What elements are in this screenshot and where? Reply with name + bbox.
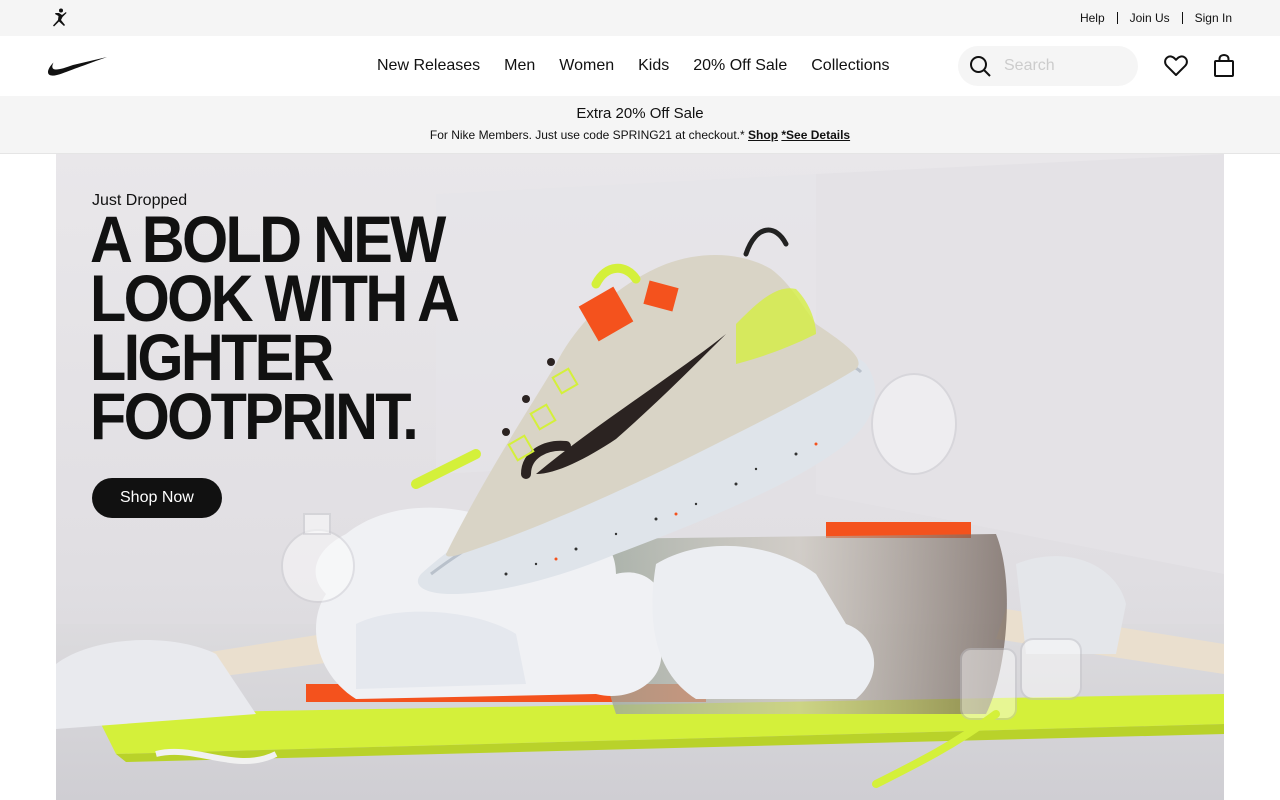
shopping-bag-icon[interactable] <box>1210 52 1238 80</box>
hero-headline: A BOLD NEW LOOK WITH A LIGHTER FOOTPRINT… <box>90 202 460 453</box>
promo-shop-link[interactable]: Shop <box>748 128 778 142</box>
nav-men[interactable]: Men <box>504 57 535 75</box>
search-icon[interactable] <box>966 52 994 80</box>
search-input[interactable] <box>1004 54 1128 78</box>
heart-icon[interactable] <box>1162 52 1190 80</box>
main-nav: New Releases Men Women Kids 20% Off Sale… <box>0 36 1280 96</box>
nav-women[interactable]: Women <box>559 57 614 75</box>
shop-now-button[interactable]: Shop Now <box>92 478 222 518</box>
jordan-jumpman-icon[interactable] <box>48 8 70 28</box>
promo-details-link[interactable]: *See Details <box>781 128 850 142</box>
utility-bar: Help Join Us Sign In <box>0 0 1280 36</box>
nav-kids[interactable]: Kids <box>638 57 669 75</box>
divider <box>1181 12 1183 24</box>
primary-nav: New Releases Men Women Kids 20% Off Sale… <box>377 36 890 96</box>
help-link[interactable]: Help <box>1080 11 1105 25</box>
nav-new-releases[interactable]: New Releases <box>377 57 480 75</box>
search-box <box>958 46 1138 86</box>
promo-text-line: For Nike Members. Just use code SPRING21… <box>0 128 1280 142</box>
promo-title: Extra 20% Off Sale <box>576 105 704 122</box>
hero-banner[interactable]: Just Dropped A BOLD NEW LOOK WITH A LIGH… <box>56 154 1224 800</box>
nike-swoosh-icon[interactable] <box>46 54 108 78</box>
join-us-link[interactable]: Join Us <box>1130 11 1170 25</box>
divider <box>1116 12 1118 24</box>
promo-banner: Extra 20% Off Sale For Nike Members. Jus… <box>0 96 1280 154</box>
promo-text: For Nike Members. Just use code SPRING21… <box>429 128 745 142</box>
nav-collections[interactable]: Collections <box>811 57 889 75</box>
nav-sale[interactable]: 20% Off Sale <box>693 57 787 75</box>
sign-in-link[interactable]: Sign In <box>1195 11 1232 25</box>
utility-links: Help Join Us Sign In <box>1080 0 1232 36</box>
